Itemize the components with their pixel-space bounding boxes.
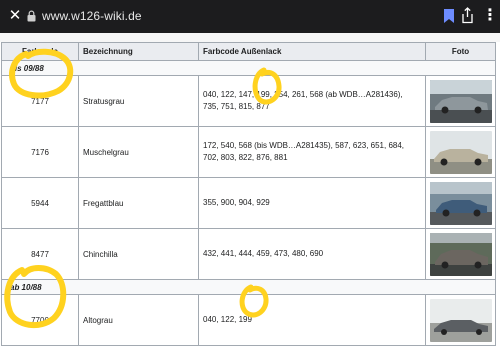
table-row: 7700 Altograu 040, 122, 199 — [1, 294, 496, 346]
color-name-cell: Muschelgrau — [78, 126, 199, 178]
exterior-codes-line: 172, 540, 568 (bis WDB…A281435), 587, 62… — [203, 141, 405, 150]
photo-cell — [425, 294, 496, 346]
group-label: ab 10/88 — [1, 279, 496, 295]
column-header-name[interactable]: Bezeichnung — [78, 42, 199, 61]
exterior-codes-cell: 355, 900, 904, 929 — [198, 177, 426, 229]
share-icon[interactable] — [461, 7, 474, 24]
color-code-cell: 8477 — [1, 228, 79, 280]
group-row: bis 09/88 — [1, 60, 496, 76]
photo-cell — [425, 75, 496, 127]
exterior-codes-cell: 172, 540, 568 (bis WDB…A281435), 587, 62… — [198, 126, 426, 178]
exterior-codes-cell: 040, 122, 147, 199, 254, 261, 568 (ab WD… — [198, 75, 426, 127]
photo-cell — [425, 228, 496, 280]
table-row: 5944 Fregattblau 355, 900, 904, 929 — [1, 177, 496, 229]
address-bar-url[interactable]: www.w126-wiki.de — [42, 8, 142, 24]
car-photo-thumbnail[interactable] — [430, 79, 492, 123]
photo-cell — [425, 177, 496, 229]
exterior-codes-cell: 432, 441, 444, 459, 473, 480, 690 — [198, 228, 426, 280]
more-options-icon[interactable]: ⋮ — [482, 6, 498, 26]
color-name-cell: Altograu — [78, 294, 199, 346]
car-photo-thumbnail[interactable] — [430, 232, 492, 276]
color-name-cell: Stratusgrau — [78, 75, 199, 127]
page-top-margin — [0, 33, 500, 42]
photo-cell — [425, 126, 496, 178]
exterior-codes-line: 040, 122, 199 — [203, 315, 252, 324]
car-photo-thumbnail[interactable] — [430, 298, 492, 342]
color-code-cell: 7177 — [1, 75, 79, 127]
browser-toolbar: ✕ www.w126-wiki.de ⋮ — [0, 0, 500, 33]
table-row: 7176 Muschelgrau 172, 540, 568 (bis WDB…… — [1, 126, 496, 178]
exterior-codes-line: 702, 803, 822, 876, 881 — [203, 153, 288, 162]
bookmark-icon[interactable] — [443, 8, 455, 24]
color-code-cell: 5944 — [1, 177, 79, 229]
exterior-codes-cell: 040, 122, 199 — [198, 294, 426, 346]
table-row: 7177 Stratusgrau 040, 122, 147, 199, 254… — [1, 75, 496, 127]
column-header-photo[interactable]: Foto — [425, 42, 496, 61]
column-header-color-code[interactable]: Farbcode — [1, 42, 79, 61]
car-photo-thumbnail[interactable] — [430, 181, 492, 225]
exterior-codes-line: 432, 441, 444, 459, 473, 480, 690 — [203, 249, 324, 258]
paint-color-table: Farbcode Bezeichnung Farbcode Außenlack … — [1, 42, 496, 346]
car-photo-thumbnail[interactable] — [430, 130, 492, 174]
color-name-cell: Chinchilla — [78, 228, 199, 280]
exterior-codes-line: 355, 900, 904, 929 — [203, 198, 270, 207]
exterior-codes-line: 040, 122, 147, 199, 254, 261, 568 (ab WD… — [203, 90, 403, 99]
lock-icon — [27, 10, 36, 22]
table-header-row: Farbcode Bezeichnung Farbcode Außenlack … — [1, 42, 496, 61]
color-code-cell: 7176 — [1, 126, 79, 178]
close-icon[interactable]: ✕ — [6, 7, 24, 25]
column-header-exterior-codes[interactable]: Farbcode Außenlack — [198, 42, 426, 61]
table-row: 8477 Chinchilla 432, 441, 444, 459, 473,… — [1, 228, 496, 280]
color-name-cell: Fregattblau — [78, 177, 199, 229]
group-label: bis 09/88 — [1, 60, 496, 76]
color-code-cell: 7700 — [1, 294, 79, 346]
group-row: ab 10/88 — [1, 279, 496, 295]
exterior-codes-line: 735, 751, 815, 877 — [203, 102, 270, 111]
